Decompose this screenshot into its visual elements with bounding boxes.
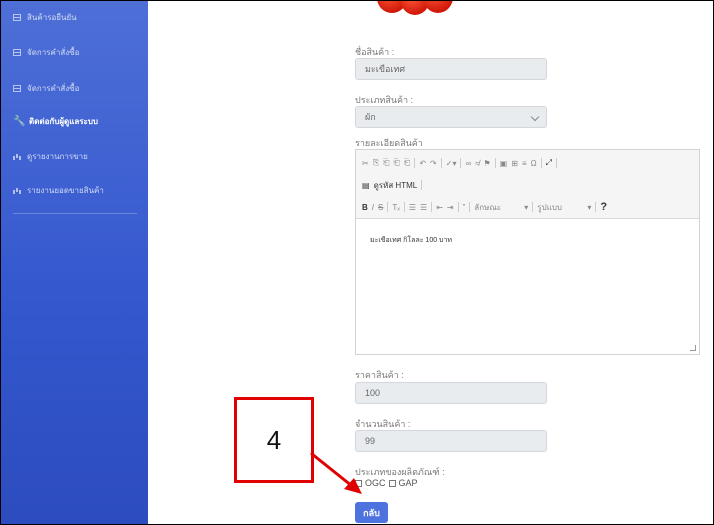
spellcheck-icon[interactable]: ✓▾ [446, 159, 457, 168]
sidebar-item-label: จัดการคำสั่งซื้อ [27, 84, 80, 93]
blockquote-icon[interactable]: ” [463, 203, 466, 212]
price-label: ราคาสินค้า : [355, 370, 404, 380]
sidebar-item-manage-orders-2[interactable]: จัดการคำสั่งซื้อ [13, 82, 79, 95]
horizontal-rule-icon[interactable]: ≡ [522, 159, 527, 168]
image-icon[interactable]: ▣ [500, 159, 508, 168]
unlink-icon[interactable]: ≉ [475, 159, 479, 168]
chevron-down-icon: ▾ [524, 202, 529, 212]
sidebar-item-label: ดูรายงานการขาย [27, 152, 88, 161]
gap-checkbox-label: GAP [398, 478, 418, 488]
font-size-select[interactable]: รูปแบบ [537, 201, 583, 214]
chevron-down-icon: ▾ [587, 202, 592, 212]
sidebar-item-label: ติดต่อกับผู้ดูแลระบบ [29, 117, 99, 126]
anchor-icon[interactable]: ⚑ [484, 159, 491, 168]
sidebar-item-pending-products[interactable]: สินค้ารอยืนยัน [13, 11, 77, 24]
sidebar-item-label: สินค้ารอยืนยัน [27, 13, 77, 22]
sidebar-divider [13, 213, 137, 214]
wrench-icon: 🔧 [13, 115, 26, 127]
chart-icon [13, 187, 21, 194]
sidebar-item-product-sales-report[interactable]: รายงานยอดขายสินค้า [13, 184, 104, 197]
grid-icon [13, 14, 21, 21]
format-select[interactable]: ลักษณะ [474, 201, 520, 214]
paste-icon[interactable]: ⎗ [383, 158, 389, 168]
editor-content-text: มะเขือเทศ กิโลละ 100 บาท [370, 237, 453, 244]
indent-icon[interactable]: ⇥ [447, 203, 454, 212]
product-detail-label: รายละเอียดสินค้า [355, 138, 423, 148]
product-name-label: ชื่อสินค้า : [355, 47, 395, 57]
sidebar-item-label: จัดการคำสั่งซื้อ [27, 48, 80, 57]
sidebar-item-label: รายงานยอดขายสินค้า [27, 186, 104, 195]
numbered-list-icon[interactable]: ☰ [409, 203, 416, 212]
outdent-icon[interactable]: ⇤ [436, 203, 443, 212]
resize-handle-icon[interactable] [690, 345, 696, 351]
product-name-field[interactable]: มะเขือเทศ [355, 58, 547, 80]
back-button[interactable]: กลับ [355, 502, 388, 523]
link-icon[interactable]: ∞ [465, 159, 471, 168]
editor-toolbar-row: ✂ ⎘ ⎗ ⎗ ⎗ ↶ ↷ ✓▾ ∞ ≉ ⚑ ▣ ⊞ ≡ Ω ⤢ [356, 153, 699, 173]
copy-icon[interactable]: ⎘ [373, 158, 379, 168]
maximize-icon[interactable]: ⤢ [546, 158, 552, 168]
product-type-select[interactable]: ผัก [355, 106, 547, 128]
source-button[interactable]: ดูรหัส HTML [374, 179, 418, 192]
special-char-icon[interactable]: Ω [531, 159, 537, 168]
bold-icon[interactable]: B [362, 203, 368, 212]
product-image [355, 1, 475, 41]
gap-checkbox[interactable] [388, 479, 396, 487]
table-icon[interactable]: ⊞ [511, 159, 518, 168]
redo-icon[interactable]: ↷ [430, 159, 437, 168]
quantity-field[interactable]: 99 [355, 430, 547, 452]
chevron-down-icon [530, 112, 540, 122]
editor-content[interactable]: มะเขือเทศ กิโลละ 100 บาท [356, 218, 699, 354]
chart-icon [13, 153, 21, 160]
editor-toolbar-row: ▤ ดูรหัส HTML [356, 175, 699, 195]
remove-format-icon[interactable]: Tₓ [392, 203, 400, 212]
grid-icon [13, 85, 21, 92]
italic-icon[interactable]: I [372, 203, 374, 212]
cut-icon[interactable]: ✂ [362, 159, 369, 168]
product-type-value: ผัก [365, 112, 376, 122]
grid-icon [13, 49, 21, 56]
help-icon[interactable]: ? [600, 201, 607, 213]
undo-icon[interactable]: ↶ [419, 159, 426, 168]
sidebar: สินค้ารอยืนยัน จัดการคำสั่งซื้อ จัดการคำ… [1, 1, 148, 524]
sidebar-item-sales-report[interactable]: ดูรายงานการขาย [13, 150, 88, 163]
sidebar-item-contact-admin[interactable]: 🔧 ติดต่อกับผู้ดูแลระบบ [13, 115, 98, 128]
paste-text-icon[interactable]: ⎗ [394, 158, 400, 168]
price-field[interactable]: 100 [355, 382, 547, 404]
sidebar-item-manage-orders[interactable]: จัดการคำสั่งซื้อ [13, 46, 79, 59]
annotation-arrow-icon [310, 452, 362, 494]
source-icon[interactable]: ▤ [362, 181, 370, 190]
rich-text-editor[interactable]: ✂ ⎘ ⎗ ⎗ ⎗ ↶ ↷ ✓▾ ∞ ≉ ⚑ ▣ ⊞ ≡ Ω ⤢ ▤ ดูรหั… [355, 149, 700, 355]
bulleted-list-icon[interactable]: ☰ [420, 203, 427, 212]
quantity-label: จำนวนสินค้า : [355, 419, 411, 429]
paste-word-icon[interactable]: ⎗ [404, 158, 410, 168]
strike-icon[interactable]: S [378, 203, 383, 212]
editor-toolbar-row: B I S Tₓ ☰ ☰ ⇤ ⇥ ” ลักษณะ ▾ รูปแบบ ▾ ? [356, 197, 699, 217]
product-type-label: ประเภทสินค้า : [355, 95, 414, 105]
